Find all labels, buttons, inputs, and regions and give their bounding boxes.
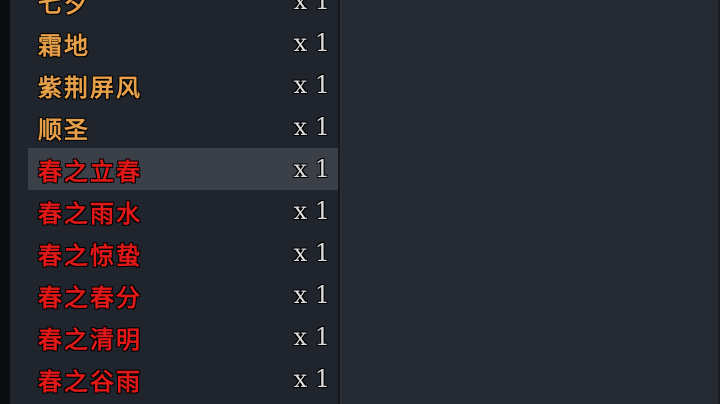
item-name: 春之惊蛰: [38, 240, 142, 270]
item-quantity: x 1: [293, 365, 330, 393]
item-name: 春之立春: [38, 156, 142, 186]
inventory-panel: 七夕 x 1 霜地 x 1 紫荆屏风 x 1 顺圣 x 1 春之立春 x 1 春…: [10, 0, 340, 404]
item-name: 春之谷雨: [38, 366, 142, 396]
item-quantity: x 1: [293, 113, 330, 141]
item-row[interactable]: 七夕 x 1: [28, 0, 338, 22]
item-row-selected[interactable]: 春之立春 x 1: [28, 148, 338, 190]
item-row[interactable]: 春之雨水 x 1: [28, 190, 338, 232]
item-quantity: x 1: [293, 239, 330, 267]
item-name: 霜地: [38, 30, 90, 60]
item-row[interactable]: 春之惊蛰 x 1: [28, 232, 338, 274]
item-quantity: x 1: [293, 323, 330, 351]
item-row[interactable]: 春之谷雨 x 1: [28, 358, 338, 400]
item-name: 紫荆屏风: [38, 72, 142, 102]
item-quantity: x 1: [293, 155, 330, 183]
item-name: 顺圣: [38, 114, 90, 144]
item-quantity: x 1: [293, 71, 330, 99]
item-row[interactable]: 霜地 x 1: [28, 22, 338, 64]
item-name: 春之清明: [38, 324, 142, 354]
item-quantity: x 1: [293, 0, 330, 15]
item-row[interactable]: 春之清明 x 1: [28, 316, 338, 358]
item-quantity: x 1: [293, 29, 330, 57]
item-detail-panel: [340, 0, 720, 404]
item-name: 春之雨水: [38, 198, 142, 228]
item-row[interactable]: 紫荆屏风 x 1: [28, 64, 338, 106]
item-name: 七夕: [38, 0, 90, 18]
item-row[interactable]: 顺圣 x 1: [28, 106, 338, 148]
game-screen: 七夕 x 1 霜地 x 1 紫荆屏风 x 1 顺圣 x 1 春之立春 x 1 春…: [0, 0, 720, 404]
item-row[interactable]: 春之春分 x 1: [28, 274, 338, 316]
item-quantity: x 1: [293, 197, 330, 225]
item-list[interactable]: 七夕 x 1 霜地 x 1 紫荆屏风 x 1 顺圣 x 1 春之立春 x 1 春…: [28, 0, 338, 400]
item-name: 春之春分: [38, 282, 142, 312]
item-quantity: x 1: [293, 281, 330, 309]
left-border: [0, 0, 10, 404]
